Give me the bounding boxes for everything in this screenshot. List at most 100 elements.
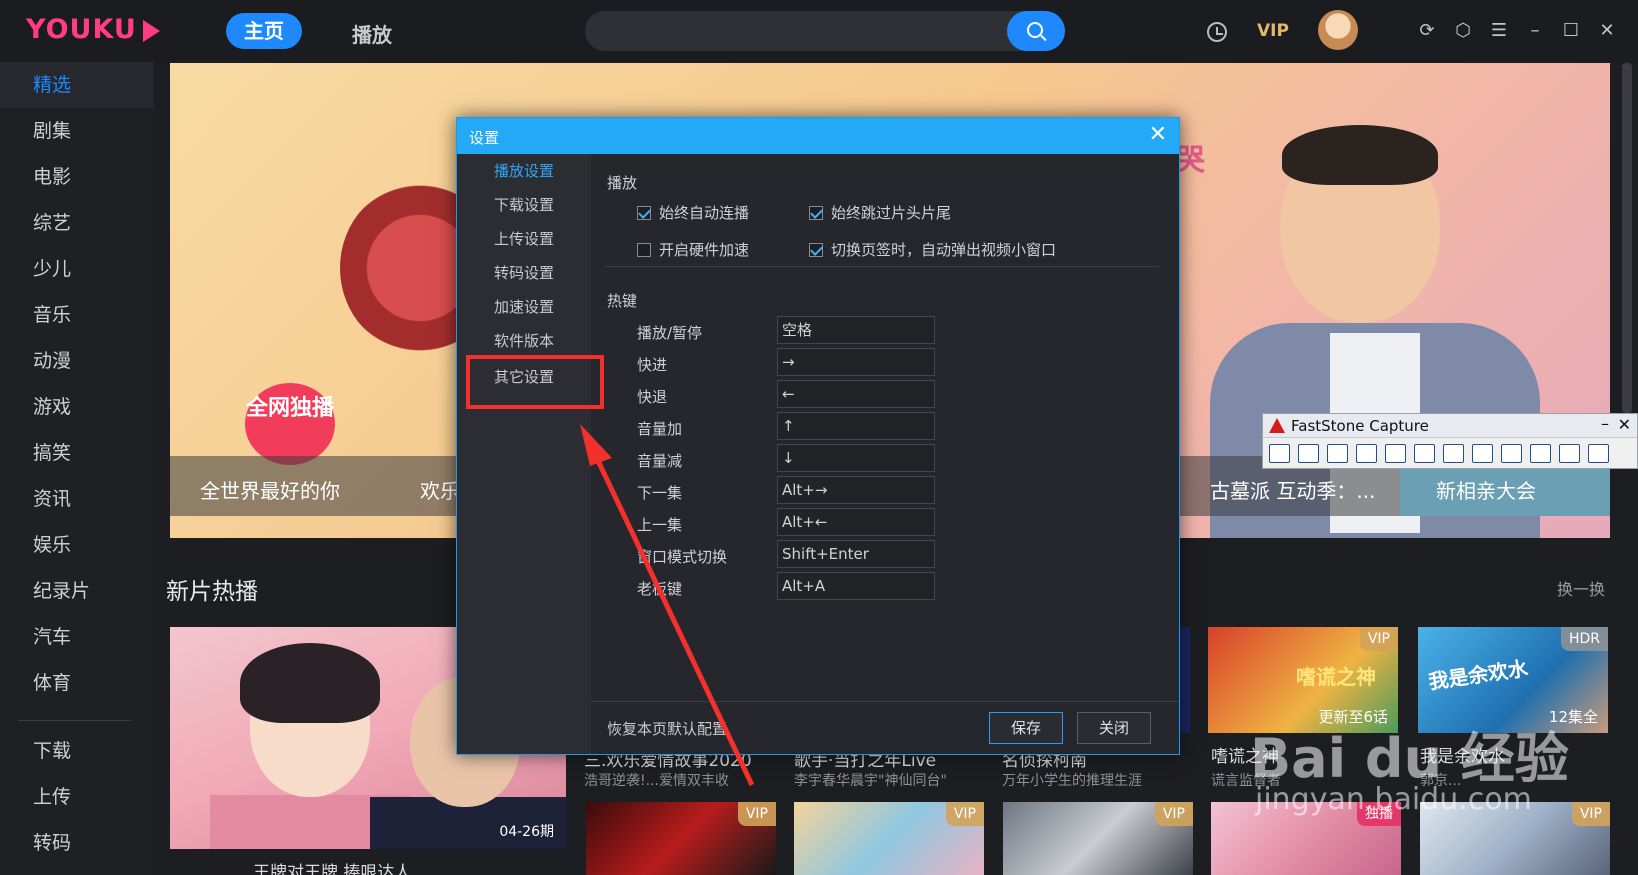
exclusive-badge: 全网独播 xyxy=(245,383,335,465)
sidebar-item-upload[interactable]: 上传 xyxy=(0,774,154,820)
option-auto-continue[interactable]: 始终自动连播 xyxy=(637,202,749,223)
option-mini-window[interactable]: 切换页签时，自动弹出视频小窗口 xyxy=(809,239,1056,260)
capture-region-icon[interactable] xyxy=(1356,444,1377,463)
menu-icon[interactable]: ☰ xyxy=(1488,20,1510,42)
delay-timer-icon[interactable] xyxy=(1530,444,1551,463)
video-thumb[interactable]: VIP xyxy=(586,802,776,875)
capture-fullscreen-icon[interactable] xyxy=(1414,444,1435,463)
checkbox-unchecked[interactable] xyxy=(637,243,651,257)
tab-upload-settings[interactable]: 上传设置 xyxy=(457,222,591,256)
restore-defaults-link[interactable]: 恢复本页默认配置 xyxy=(607,718,727,739)
screen-recorder-icon[interactable] xyxy=(1501,444,1522,463)
hdr-tag: HDR xyxy=(1560,627,1608,651)
faststone-tools xyxy=(1269,444,1609,463)
checkbox-checked[interactable] xyxy=(809,243,823,257)
window-controls: ⟳ ⬡ ☰ – ☐ ✕ xyxy=(1416,20,1618,42)
sidebar-item-entertainment[interactable]: 娱乐 xyxy=(0,522,154,568)
capture-fixed-region-icon[interactable] xyxy=(1472,444,1493,463)
checkbox-checked[interactable] xyxy=(637,206,651,220)
page-scrollbar[interactable] xyxy=(1622,63,1632,413)
sidebar-item-games[interactable]: 游戏 xyxy=(0,384,154,430)
sidebar-item-variety[interactable]: 综艺 xyxy=(0,200,154,246)
sidebar-item-sports[interactable]: 体育 xyxy=(0,660,154,692)
skin-icon[interactable]: ⬡ xyxy=(1452,20,1474,42)
hotkey-field-forward[interactable]: → xyxy=(777,348,935,376)
hotkey-field-volume-up[interactable]: ↑ xyxy=(777,412,935,440)
dialog-close-icon[interactable]: ✕ xyxy=(1149,122,1167,147)
tab-transcode-settings[interactable]: 转码设置 xyxy=(457,256,591,290)
video-subtitle: 万年小学生的推理生涯 xyxy=(1002,773,1142,789)
close-icon[interactable]: ✕ xyxy=(1596,20,1618,42)
hotkey-field-rewind[interactable]: ← xyxy=(777,380,935,408)
search-button[interactable] xyxy=(1007,11,1065,51)
sidebar-item-transcode[interactable]: 转码 xyxy=(0,820,154,866)
close-button[interactable]: 关闭 xyxy=(1077,712,1151,744)
sidebar-item-movies[interactable]: 电影 xyxy=(0,154,154,200)
capture-freehand-icon[interactable] xyxy=(1385,444,1406,463)
thumb-figure xyxy=(240,643,380,723)
sidebar-item-documentary[interactable]: 纪录片 xyxy=(0,568,154,614)
maximize-icon[interactable]: ☐ xyxy=(1560,20,1582,42)
logo-text: YOUKU xyxy=(26,14,137,45)
youku-app: YOUKU 主页 播放 VIP ⟳ ⬡ ☰ – ☐ ✕ 精选 剧集 电影 综艺 … xyxy=(0,0,1638,875)
refresh-icon[interactable]: ⟳ xyxy=(1416,20,1438,42)
color-picker-icon[interactable] xyxy=(1559,444,1580,463)
sidebar-item-kids[interactable]: 少儿 xyxy=(0,246,154,292)
sidebar-item-anime[interactable]: 动漫 xyxy=(0,338,154,384)
tab-download-settings[interactable]: 下载设置 xyxy=(457,188,591,222)
vip-tag: VIP xyxy=(737,802,776,826)
sidebar-item-auto[interactable]: 汽车 xyxy=(0,614,154,660)
save-button[interactable]: 保存 xyxy=(989,712,1063,744)
option-skip-intro[interactable]: 始终跳过片头片尾 xyxy=(809,202,951,223)
vip-link[interactable]: VIP xyxy=(1257,21,1289,41)
settings-icon[interactable] xyxy=(1588,444,1609,463)
tab-software-version[interactable]: 软件版本 xyxy=(457,324,591,358)
sidebar: 精选 剧集 电影 综艺 少儿 音乐 动漫 游戏 搞笑 资讯 娱乐 纪录片 汽车 … xyxy=(0,62,154,875)
video-thumb[interactable]: VIP xyxy=(794,802,984,875)
featured-video-title[interactable]: 王牌对王牌 捧哏达人 xyxy=(253,858,411,875)
capture-scrolling-icon[interactable] xyxy=(1443,444,1464,463)
faststone-close-icon[interactable]: ✕ xyxy=(1618,415,1631,434)
episode-date: 04-26期 xyxy=(499,824,554,840)
video-thumb[interactable]: VIP xyxy=(1003,802,1193,875)
hotkey-field-volume-down[interactable]: ↓ xyxy=(777,444,935,472)
faststone-minimize-icon[interactable]: – xyxy=(1601,414,1609,433)
hotkey-field-next-episode[interactable]: Alt+→ xyxy=(777,476,935,504)
search-input[interactable] xyxy=(585,11,1065,51)
faststone-titlebar[interactable]: FastStone Capture – ✕ xyxy=(1263,414,1637,438)
sidebar-item-news[interactable]: 资讯 xyxy=(0,476,154,522)
banner-caption-4[interactable]: 新相亲大会 xyxy=(1436,475,1536,504)
highlight-box xyxy=(466,355,604,409)
hotkey-section-label: 热键 xyxy=(607,292,638,310)
dialog-titlebar[interactable]: 设置 ✕ xyxy=(457,118,1179,154)
sidebar-item-download[interactable]: 下载 xyxy=(0,728,154,774)
tab-accelerate-settings[interactable]: 加速设置 xyxy=(457,290,591,324)
vip-tag: VIP xyxy=(945,802,984,826)
youku-logo[interactable]: YOUKU xyxy=(26,14,160,45)
capture-object-icon[interactable] xyxy=(1327,444,1348,463)
hotkey-field-boss-key[interactable]: Alt+A xyxy=(777,572,935,600)
sidebar-item-featured[interactable]: 精选 xyxy=(0,62,154,108)
refresh-link[interactable]: 换一换 xyxy=(1557,576,1605,600)
hotkey-field-window-mode[interactable]: Shift+Enter xyxy=(777,540,935,568)
banner-caption-1[interactable]: 全世界最好的你 xyxy=(200,475,340,504)
hotkey-label: 快退 xyxy=(637,388,668,406)
hotkey-field-play-pause[interactable]: 空格 xyxy=(777,316,935,344)
sidebar-item-music[interactable]: 音乐 xyxy=(0,292,154,338)
capture-window-icon[interactable] xyxy=(1298,444,1319,463)
history-icon[interactable] xyxy=(1207,22,1227,42)
banner-caption-3[interactable]: 古墓派 互动季：... xyxy=(1210,475,1375,504)
nav-home-tab[interactable]: 主页 xyxy=(226,13,302,49)
baidu-watermark-url: jingyan.baidu.com xyxy=(1255,782,1532,817)
checkbox-checked[interactable] xyxy=(809,206,823,220)
avatar[interactable] xyxy=(1318,10,1358,50)
open-file-icon[interactable] xyxy=(1269,444,1290,463)
sidebar-item-series[interactable]: 剧集 xyxy=(0,108,154,154)
tab-play-settings[interactable]: 播放设置 xyxy=(457,154,591,188)
nav-play-tab[interactable]: 播放 xyxy=(352,19,392,48)
option-hardware-accel[interactable]: 开启硬件加速 xyxy=(637,239,749,260)
banner-caption-2[interactable]: 欢乐 xyxy=(420,475,460,504)
sidebar-item-comedy[interactable]: 搞笑 xyxy=(0,430,154,476)
hotkey-field-prev-episode[interactable]: Alt+← xyxy=(777,508,935,536)
minimize-icon[interactable]: – xyxy=(1524,20,1546,42)
